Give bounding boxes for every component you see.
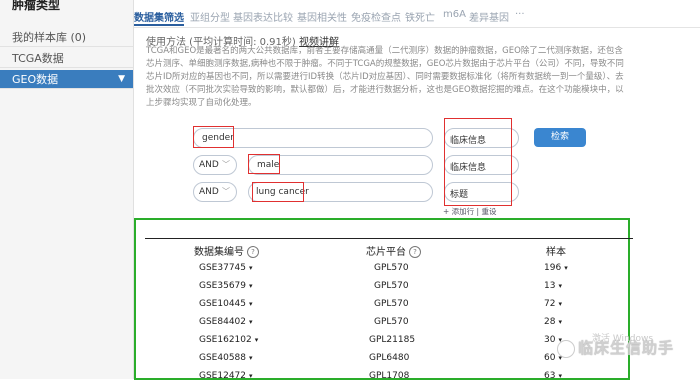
- chevron-down-icon: ▼: [118, 74, 125, 84]
- table-divider: [145, 238, 633, 239]
- table-cell-platform-text: GPL570: [374, 299, 409, 309]
- sidebar-title: 肿瘤类型: [12, 0, 61, 12]
- table-cell-samples-text: 28: [544, 317, 556, 327]
- query-operator-select-3[interactable]: AND ﹀: [193, 182, 237, 202]
- table-cell-platform-text: GPL1708: [369, 371, 410, 381]
- module-description: TCGA和GEO是最著名的两大公共数据库，前者主要存储高通量（二代测序）数据的肿…: [146, 46, 624, 108]
- table-cell-dataset-text: GSE162102: [199, 335, 252, 345]
- caret-down-icon[interactable]: ▾: [249, 318, 253, 326]
- caret-down-icon[interactable]: ▾: [558, 318, 562, 326]
- table-cell-platform: GPL1708: [369, 371, 409, 381]
- query-operator-select-2[interactable]: AND ﹀: [193, 155, 237, 175]
- column-header-label: 芯片平台: [366, 247, 406, 258]
- wechat-logo-icon: [557, 340, 575, 358]
- table-cell-samples[interactable]: 28 ▾: [544, 317, 562, 327]
- table-cell-samples-text: 72: [544, 299, 556, 309]
- table-cell-platform: GPL570: [374, 281, 409, 291]
- table-cell-samples[interactable]: 196 ▾: [544, 263, 568, 273]
- table-cell-samples-text: 63: [544, 371, 556, 381]
- table-cell-samples[interactable]: 63 ▾: [544, 371, 562, 381]
- table-cell-dataset-text: GSE37745: [199, 263, 247, 273]
- tab-correlation[interactable]: 基因相关性: [297, 9, 347, 24]
- tab-immune-checkpoint[interactable]: 免疫检查点: [351, 9, 401, 24]
- caret-down-icon[interactable]: ▾: [249, 264, 253, 272]
- caret-down-icon[interactable]: ▾: [249, 300, 253, 308]
- sidebar-item-label: 我的样本库 (0): [12, 31, 87, 44]
- caret-down-icon[interactable]: ▾: [249, 282, 253, 290]
- table-cell-platform-text: GPL570: [374, 317, 409, 327]
- caret-down-icon[interactable]: ▾: [564, 264, 568, 272]
- table-cell-platform-text: GPL21185: [369, 335, 416, 345]
- sidebar-item-tcga[interactable]: TCGA数据: [0, 49, 133, 68]
- help-icon[interactable]: ?: [247, 246, 259, 258]
- table-cell-dataset[interactable]: GSE12472 ▾: [199, 371, 253, 381]
- table-cell-samples-text: 60: [544, 353, 556, 363]
- table-cell-platform: GPL570: [374, 317, 409, 327]
- sidebar-item-geo[interactable]: GEO数据 ▼: [0, 70, 133, 89]
- table-cell-samples-text: 196: [544, 263, 562, 273]
- help-icon[interactable]: ?: [409, 246, 421, 258]
- table-cell-platform-text: GPL570: [374, 281, 409, 291]
- highlight-box: [248, 154, 280, 174]
- table-cell-dataset[interactable]: GSE35679 ▾: [199, 281, 253, 291]
- table-cell-platform: GPL570: [374, 263, 409, 273]
- query-operator-value: AND: [199, 187, 219, 197]
- chevron-down-icon: ﹀: [222, 187, 230, 196]
- tab-more[interactable]: ···: [515, 9, 525, 20]
- column-header-label: 样本: [546, 247, 566, 258]
- table-cell-platform: GPL570: [374, 299, 409, 309]
- tab-dataset-filter[interactable]: 数据集筛选: [134, 9, 184, 26]
- sidebar-item-label: TCGA数据: [12, 52, 64, 65]
- column-header-platform[interactable]: 芯片平台?: [366, 243, 421, 258]
- table-cell-dataset[interactable]: GSE37745 ▾: [199, 263, 253, 273]
- tab-expression-compare[interactable]: 基因表达比较: [233, 9, 293, 24]
- table-cell-platform: GPL6480: [369, 353, 409, 363]
- table-cell-dataset-text: GSE12472: [199, 371, 247, 381]
- query-operator-value: AND: [199, 160, 219, 170]
- table-cell-dataset[interactable]: GSE162102 ▾: [199, 335, 258, 345]
- brand-watermark: 临床生信助手: [578, 339, 675, 357]
- caret-down-icon[interactable]: ▾: [255, 336, 259, 344]
- table-cell-dataset[interactable]: GSE10445 ▾: [199, 299, 253, 309]
- table-cell-dataset-text: GSE10445: [199, 299, 247, 309]
- table-cell-platform-text: GPL570: [374, 263, 409, 273]
- search-button[interactable]: 检索: [534, 128, 586, 147]
- sidebar: 肿瘤类型 我的样本库 (0) TCGA数据 GEO数据 ▼: [0, 0, 134, 379]
- table-cell-dataset-text: GSE40588: [199, 353, 247, 363]
- chevron-down-icon: ﹀: [222, 160, 230, 169]
- sidebar-item-label: GEO数据: [12, 73, 59, 86]
- table-cell-samples[interactable]: 13 ▾: [544, 281, 562, 291]
- table-cell-dataset[interactable]: GSE40588 ▾: [199, 353, 253, 363]
- add-row-link[interactable]: + 添加行 | 重设: [443, 206, 496, 217]
- caret-down-icon[interactable]: ▾: [558, 282, 562, 290]
- caret-down-icon[interactable]: ▾: [558, 300, 562, 308]
- column-header-label: 数据集编号: [194, 247, 244, 258]
- tab-ferroptosis[interactable]: 铁死亡: [405, 9, 435, 24]
- highlight-box: [252, 182, 304, 202]
- tab-diff-genes[interactable]: 差异基因: [469, 9, 509, 24]
- sidebar-item-my-library[interactable]: 我的样本库 (0): [0, 28, 133, 47]
- highlight-box: [193, 126, 234, 148]
- table-cell-platform-text: GPL6480: [369, 353, 410, 363]
- table-cell-platform: GPL21185: [369, 335, 415, 345]
- caret-down-icon[interactable]: ▾: [249, 354, 253, 362]
- column-header-dataset[interactable]: 数据集编号?: [194, 243, 259, 258]
- table-cell-samples-text: 30: [544, 335, 556, 345]
- tab-m6a[interactable]: m6A: [443, 9, 466, 20]
- highlight-box: [444, 118, 512, 206]
- table-cell-dataset[interactable]: GSE84402 ▾: [199, 317, 253, 327]
- table-cell-dataset-text: GSE84402: [199, 317, 247, 327]
- table-cell-samples[interactable]: 72 ▾: [544, 299, 562, 309]
- table-cell-samples-text: 13: [544, 281, 556, 291]
- column-header-samples: 样本: [546, 243, 566, 258]
- table-cell-dataset-text: GSE35679: [199, 281, 247, 291]
- tab-subgroup[interactable]: 亚组分型: [190, 9, 230, 24]
- tab-divider: [134, 27, 700, 28]
